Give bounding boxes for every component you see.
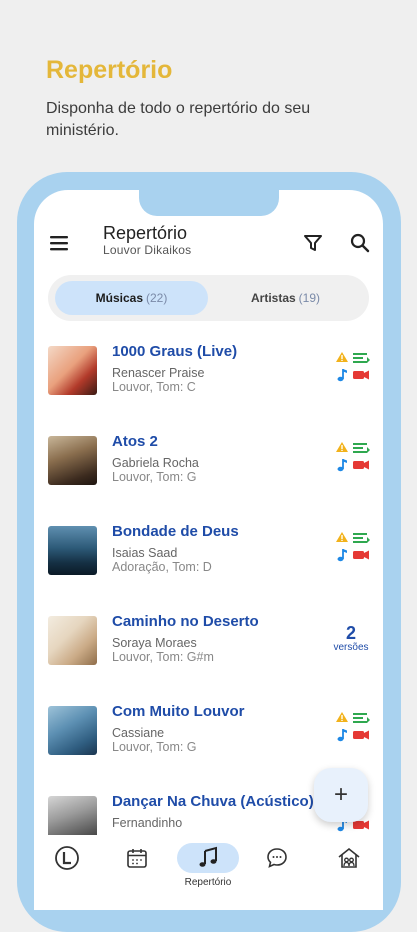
song-meta: Louvor, Tom: C xyxy=(112,380,196,394)
versions-count: 2 xyxy=(345,623,356,643)
nav-home[interactable] xyxy=(42,843,92,893)
versions-label: versões xyxy=(333,642,369,653)
album-cover xyxy=(48,436,97,485)
song-meta: Louvor, Tom: G xyxy=(112,740,197,754)
song-resources xyxy=(336,532,370,562)
team-icon xyxy=(338,847,360,868)
add-song-button[interactable]: + xyxy=(314,768,368,822)
song-artist: Gabriela Rocha xyxy=(112,456,199,470)
song-row[interactable]: Caminho no Deserto Soraya Moraes Louvor,… xyxy=(34,608,383,698)
tab-artistas-count: (19) xyxy=(298,291,321,305)
segmented-tabs: Músicas (22) Artistas (19) xyxy=(48,275,369,321)
song-title: 1000 Graus (Live) xyxy=(112,343,238,360)
song-title: Bondade de Deus xyxy=(112,523,239,540)
tab-artistas-label: Artistas xyxy=(250,291,296,305)
video-icon xyxy=(353,730,369,740)
page-title: Repertório xyxy=(103,223,188,243)
nav-calendar[interactable] xyxy=(112,843,162,893)
logo-icon xyxy=(55,846,79,870)
plus-icon: + xyxy=(333,781,348,808)
video-icon xyxy=(353,460,369,470)
warning-icon xyxy=(336,442,348,452)
video-icon xyxy=(353,820,369,830)
chat-bubble-icon xyxy=(267,848,287,868)
nav-team[interactable] xyxy=(324,843,374,893)
chord-sheet-icon xyxy=(353,443,370,453)
versions-badge[interactable]: 2 versões xyxy=(326,624,376,653)
nav-active-pill xyxy=(177,843,239,873)
music-note-icon xyxy=(337,369,347,382)
song-meta: Adoração, Tom: D xyxy=(112,560,212,574)
tab-musicas-count: (22) xyxy=(146,291,168,305)
album-cover xyxy=(48,706,97,755)
calendar-icon xyxy=(127,849,147,868)
search-icon[interactable] xyxy=(349,232,371,254)
chord-sheet-icon xyxy=(353,713,370,723)
album-cover xyxy=(48,526,97,575)
video-icon xyxy=(353,550,369,560)
page-subtitle: Louvor Dikaikos xyxy=(103,243,192,257)
tab-musicas-label: Músicas xyxy=(95,291,143,305)
warning-icon xyxy=(336,532,348,542)
song-title: Atos 2 xyxy=(112,433,158,450)
video-icon xyxy=(353,370,369,380)
chord-sheet-icon xyxy=(353,533,370,543)
warning-icon xyxy=(336,712,348,722)
song-row[interactable]: 1000 Graus (Live) Renascer Praise Louvor… xyxy=(34,338,383,428)
app-screen: Repertório Louvor Dikaikos Músicas (22) … xyxy=(34,190,383,910)
tab-musicas[interactable]: Músicas (22) xyxy=(55,281,208,315)
song-artist: Fernandinho xyxy=(112,816,183,830)
song-artist: Renascer Praise xyxy=(112,366,205,380)
song-row[interactable]: Bondade de Deus Isaias Saad Adoração, To… xyxy=(34,518,383,608)
song-resources xyxy=(336,442,370,472)
album-cover xyxy=(48,616,97,665)
song-resources xyxy=(336,712,370,742)
bottom-navigation: Repertório xyxy=(34,835,383,910)
warning-icon xyxy=(336,352,348,362)
song-artist: Isaias Saad xyxy=(112,546,178,560)
nav-chat[interactable] xyxy=(252,843,302,893)
filter-icon[interactable] xyxy=(302,232,324,254)
music-notes-icon xyxy=(199,846,217,867)
promo-subtitle: Disponha de todo o repertório do seu min… xyxy=(46,100,311,139)
nav-repertorio[interactable]: Repertório xyxy=(172,843,244,893)
song-title: Dançar Na Chuva (Acústico) xyxy=(112,793,314,810)
music-note-icon xyxy=(337,549,347,562)
song-row[interactable]: Atos 2 Gabriela Rocha Louvor, Tom: G xyxy=(34,428,383,518)
chord-sheet-icon xyxy=(353,353,370,363)
song-artist: Soraya Moraes xyxy=(112,636,197,650)
song-resources xyxy=(336,352,370,382)
phone-notch xyxy=(139,190,279,216)
song-meta: Louvor, Tom: G#m xyxy=(112,650,214,664)
song-meta: Louvor, Tom: G xyxy=(112,470,197,484)
hamburger-menu-icon[interactable] xyxy=(49,234,71,252)
song-title: Com Muito Louvor xyxy=(112,703,245,720)
music-note-icon xyxy=(337,459,347,472)
album-cover xyxy=(48,346,97,395)
tab-artistas[interactable]: Artistas (19) xyxy=(209,281,362,315)
promo-title: Repertório xyxy=(46,56,173,84)
song-artist: Cassiane xyxy=(112,726,165,740)
song-title: Caminho no Deserto xyxy=(112,613,259,630)
music-note-icon xyxy=(337,729,347,742)
nav-repertorio-label: Repertório xyxy=(184,877,232,888)
